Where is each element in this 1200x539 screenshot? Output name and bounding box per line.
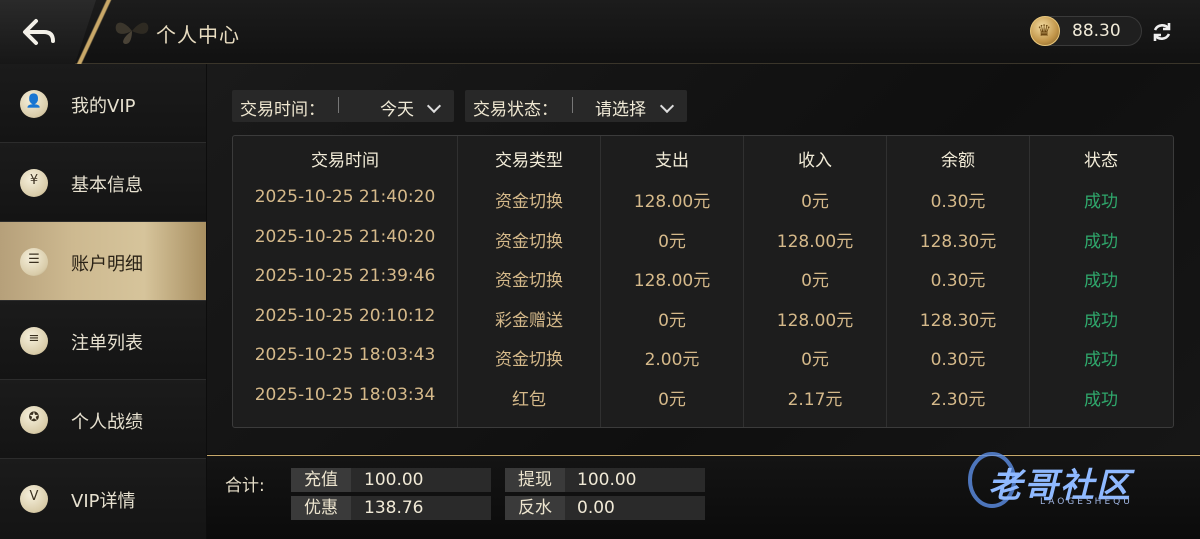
refresh-icon[interactable] [1150, 20, 1174, 44]
sidebar-item-my-vip[interactable]: 👤 我的VIP [0, 64, 206, 143]
cell-type: 资金切换 [495, 271, 563, 291]
cell-income: 0元 [801, 350, 829, 370]
sidebar-item-label: 基本信息 [71, 175, 143, 196]
back-arrow-icon [23, 19, 55, 45]
list-icon: ≡ [20, 327, 48, 355]
rebate-value: 0.00 [577, 498, 615, 518]
balance-value: 88.30 [1072, 21, 1121, 41]
cell-balance: 128.30元 [919, 231, 997, 252]
status-filter-value[interactable]: 请选择 [595, 95, 646, 120]
withdraw-value: 100.00 [577, 470, 637, 490]
cell-time: 2025-10-25 21:40:20 [254, 226, 436, 247]
discount-value: 138.76 [364, 498, 424, 518]
discount-label: 优惠 [291, 496, 351, 520]
cell-income: 128.00元 [776, 231, 854, 252]
cell-expense: 128.00元 [633, 192, 711, 212]
sidebar-item-label: 个人战绩 [71, 412, 143, 433]
header-time: 交易时间 [311, 151, 379, 171]
rebate-label: 反水 [505, 496, 565, 520]
header-divider [72, 0, 116, 64]
cell-type: 资金切换 [495, 192, 563, 212]
cell-status: 成功 [1084, 389, 1118, 410]
cell-expense: 128.00元 [633, 271, 711, 291]
header-expense: 支出 [655, 151, 689, 171]
header-income: 收入 [798, 151, 832, 171]
cell-time: 2025-10-25 21:40:20 [254, 187, 436, 207]
coin-icon [1030, 16, 1060, 46]
cell-time: 2025-10-25 20:10:12 [254, 305, 436, 326]
moth-icon [115, 22, 149, 44]
time-filter-value[interactable]: 今天 [380, 95, 414, 120]
medal-icon: ✪ [20, 406, 48, 434]
cell-balance: 0.30元 [930, 192, 986, 212]
cell-type: 红包 [512, 389, 546, 410]
cell-type: 彩金赠送 [495, 310, 563, 331]
cell-expense: 2.00元 [644, 350, 700, 370]
header-type: 交易类型 [495, 151, 563, 171]
summary-label: 合计: [225, 476, 265, 496]
cell-balance: 2.30元 [930, 389, 986, 410]
header-balance: 余额 [941, 151, 975, 171]
cell-income: 128.00元 [776, 310, 854, 331]
sidebar-item-label: VIP详情 [71, 491, 136, 512]
user-icon: 👤 [20, 90, 48, 118]
status-filter-label: 交易状态： [473, 100, 558, 120]
sidebar-item-bet-list[interactable]: ≡ 注单列表 [0, 301, 206, 380]
recharge-value: 100.00 [364, 470, 424, 490]
sidebar-item-label: 账户明细 [71, 254, 143, 275]
cell-balance: 0.30元 [930, 350, 986, 370]
sidebar-item-vip-details[interactable]: V VIP详情 [0, 459, 206, 539]
cell-status: 成功 [1084, 231, 1118, 252]
cell-expense: 0元 [658, 389, 686, 410]
cell-type: 资金切换 [495, 350, 563, 370]
sidebar-item-label: 我的VIP [71, 96, 136, 117]
cell-time: 2025-10-25 18:03:34 [254, 384, 436, 405]
sidebar-item-label: 注单列表 [71, 333, 143, 354]
time-filter-label: 交易时间： [240, 100, 325, 120]
status-filter-separator [572, 97, 573, 113]
cell-expense: 0元 [658, 231, 686, 252]
cell-balance: 0.30元 [930, 271, 986, 291]
sidebar-item-basic-info[interactable]: ¥ 基本信息 [0, 143, 206, 222]
time-filter-separator [338, 97, 339, 113]
cell-status: 成功 [1084, 271, 1118, 291]
header-status: 状态 [1084, 151, 1118, 171]
cell-status: 成功 [1084, 192, 1118, 212]
sidebar-item-personal-record[interactable]: ✪ 个人战绩 [0, 380, 206, 459]
cell-balance: 128.30元 [919, 310, 997, 331]
cell-income: 2.17元 [787, 389, 843, 410]
cell-status: 成功 [1084, 310, 1118, 331]
cell-status: 成功 [1084, 350, 1118, 370]
watermark-subtitle: LAOGESHEQU [1040, 497, 1133, 507]
info-card-icon: ¥ [20, 169, 48, 197]
cell-income: 0元 [801, 271, 829, 291]
cell-income: 0元 [801, 192, 829, 212]
ledger-icon: ☰ [20, 248, 48, 276]
cell-time: 2025-10-25 18:03:43 [254, 345, 436, 365]
vip-badge-icon: V [20, 485, 48, 513]
withdraw-label: 提现 [505, 468, 565, 492]
recharge-label: 充值 [291, 468, 351, 492]
cell-time: 2025-10-25 21:39:46 [254, 266, 436, 286]
cell-type: 资金切换 [495, 231, 563, 252]
page-title: 个人中心 [156, 23, 240, 47]
cell-expense: 0元 [658, 310, 686, 331]
sidebar-item-account-details[interactable]: ☰ 账户明细 [0, 222, 206, 301]
